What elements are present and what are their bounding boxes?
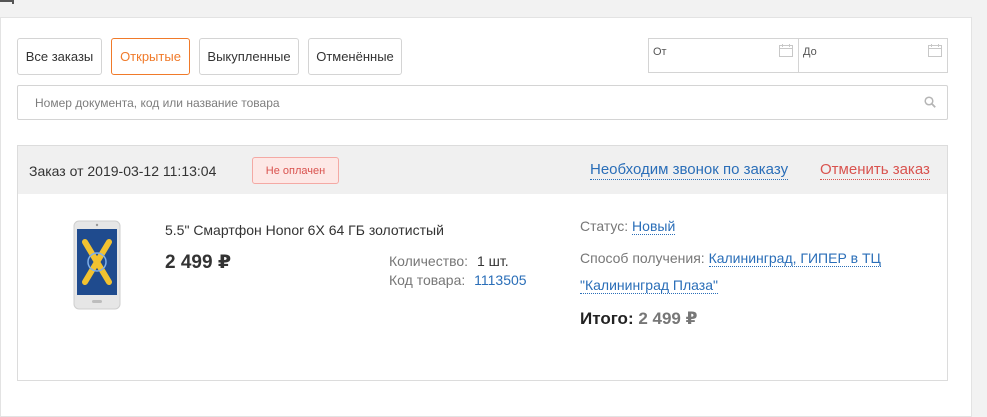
tab-cancelled-orders[interactable]: Отменённые bbox=[308, 38, 402, 75]
date-to-placeholder: До bbox=[803, 46, 817, 58]
search-box bbox=[17, 85, 948, 120]
quantity-row: Количество: 1 шт. bbox=[389, 253, 509, 269]
total-value: 2 499 ₽ bbox=[638, 309, 698, 328]
order-header: Заказ от 2019-03-12 11:13:04 Не оплачен … bbox=[18, 146, 947, 194]
quantity-value: 1 шт. bbox=[476, 253, 509, 269]
delivery-row: Способ получения: Калининград, ГИПЕР в Т… bbox=[580, 245, 920, 299]
payment-status-badge: Не оплачен bbox=[252, 157, 339, 184]
tab-open-orders[interactable]: Открытые bbox=[111, 38, 190, 75]
status-value-link[interactable]: Новый bbox=[632, 218, 676, 235]
search-icon[interactable] bbox=[924, 96, 936, 108]
tab-all-orders[interactable]: Все заказы bbox=[17, 38, 102, 75]
tab-purchased-orders[interactable]: Выкупленные bbox=[199, 38, 299, 75]
request-call-link[interactable]: Необходим звонок по заказу bbox=[590, 161, 789, 180]
date-from-field[interactable]: От bbox=[648, 38, 799, 73]
order-total: Итого: 2 499 ₽ bbox=[580, 309, 697, 329]
product-code-row: Код товара: 1113505 bbox=[389, 272, 527, 288]
calendar-icon[interactable] bbox=[779, 44, 793, 57]
search-input[interactable] bbox=[33, 95, 897, 111]
quantity-label: Количество: bbox=[389, 253, 469, 269]
product-code-link[interactable]: 1113505 bbox=[474, 272, 526, 288]
order-status-row: Статус: Новый bbox=[580, 218, 676, 235]
product-image[interactable] bbox=[73, 220, 121, 310]
delivery-label: Способ получения: bbox=[580, 250, 705, 266]
status-label: Статус: bbox=[580, 218, 629, 234]
product-price: 2 499 ₽ bbox=[165, 252, 232, 273]
header-fragment bbox=[0, 0, 14, 4]
cancel-order-link[interactable]: Отменить заказ bbox=[820, 161, 930, 180]
product-code-label: Код товара: bbox=[389, 272, 466, 288]
date-from-placeholder: От bbox=[653, 46, 667, 58]
date-to-field[interactable]: До bbox=[798, 38, 948, 73]
calendar-icon[interactable] bbox=[928, 44, 942, 57]
order-title: Заказ от 2019-03-12 11:13:04 bbox=[29, 163, 217, 179]
total-label: Итого: bbox=[580, 309, 634, 328]
product-name[interactable]: 5.5" Смартфон Honor 6X 64 ГБ золотистый bbox=[165, 222, 444, 238]
order-card: Заказ от 2019-03-12 11:13:04 Не оплачен … bbox=[17, 145, 948, 381]
